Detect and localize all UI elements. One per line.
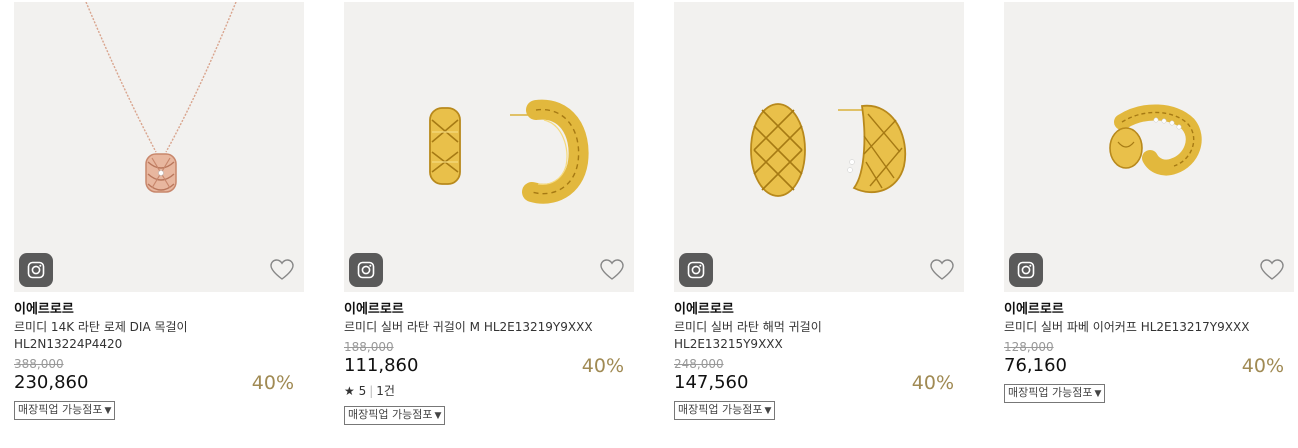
product-brand[interactable]: 이에르로르 (674, 301, 964, 318)
product-image[interactable] (344, 2, 634, 292)
review-count: 1건 (376, 384, 395, 398)
original-price: 388,000 (14, 357, 64, 371)
product-card[interactable]: 이에르로르 르미디 14K 라탄 로제 DIA 목걸이 HL2N13224P44… (14, 2, 304, 420)
pickup-label: 매장픽업 가능점포 (18, 403, 103, 416)
product-card[interactable]: 이에르로르 르미디 실버 라탄 귀걸이 M HL2E13219Y9XXX 188… (344, 2, 634, 425)
product-card[interactable]: 이에르로르 르미디 실버 파베 이어커프 HL2E13217Y9XXX 128,… (1004, 2, 1294, 403)
divider: | (369, 384, 374, 398)
product-card[interactable]: 이에르로르 르미디 실버 라탄 해먹 귀걸이 HL2E13215Y9XXX 24… (674, 2, 964, 420)
product-brand[interactable]: 이에르로르 (14, 301, 304, 318)
heart-icon[interactable] (270, 259, 294, 281)
original-price: 188,000 (344, 340, 394, 354)
instagram-icon[interactable] (19, 253, 53, 287)
pickup-label: 매장픽업 가능점포 (1008, 386, 1093, 399)
caret-down-icon: ▼ (1094, 389, 1102, 399)
caret-down-icon: ▼ (104, 406, 112, 416)
product-grid: 이에르로르 르미디 14K 라탄 로제 DIA 목걸이 HL2N13224P44… (0, 0, 1298, 448)
product-name[interactable]: 르미디 14K 라탄 로제 DIA 목걸이 HL2N13224P4420 (14, 319, 304, 353)
rose-gold-necklace-image (85, 2, 237, 193)
rating-score: 5 (358, 384, 367, 398)
store-pickup-dropdown[interactable]: 매장픽업 가능점포 ▼ (674, 401, 776, 420)
product-code: HL2E13215Y9XXX (674, 337, 783, 351)
discount-rate: 40% (581, 355, 624, 377)
gold-pave-ear-cuff-image (1109, 104, 1202, 176)
discount-rate: 40% (1241, 355, 1284, 377)
instagram-icon[interactable] (679, 253, 713, 287)
caret-down-icon: ▼ (764, 406, 772, 416)
pickup-label: 매장픽업 가능점포 (678, 403, 763, 416)
sale-price: 230,860 (14, 372, 89, 393)
product-brand[interactable]: 이에르로르 (344, 301, 634, 318)
star-icon: ★ (344, 384, 355, 398)
product-code: HL2N13224P4420 (14, 337, 123, 351)
product-image[interactable] (1004, 2, 1294, 292)
product-name[interactable]: 르미디 실버 파베 이어커프 HL2E13217Y9XXX (1004, 319, 1294, 336)
product-name-line: 르미디 실버 라탄 귀걸이 M HL2E13219Y9XXX (344, 320, 593, 334)
gold-lattice-earrings-image (750, 103, 907, 197)
product-name-line: 르미디 실버 라탄 해먹 귀걸이 (674, 320, 822, 334)
store-pickup-dropdown[interactable]: 매장픽업 가능점포 ▼ (1004, 384, 1106, 403)
rating: ★ 5 | 1건 (344, 383, 634, 399)
original-price: 128,000 (1004, 340, 1054, 354)
product-image[interactable] (14, 2, 304, 292)
instagram-icon[interactable] (349, 253, 383, 287)
product-image[interactable] (674, 2, 964, 292)
heart-icon[interactable] (600, 259, 624, 281)
store-pickup-dropdown[interactable]: 매장픽업 가능점포 ▼ (344, 406, 446, 425)
heart-icon[interactable] (930, 259, 954, 281)
sale-price: 111,860 (344, 355, 419, 376)
original-price: 248,000 (674, 357, 724, 371)
heart-icon[interactable] (1260, 259, 1284, 281)
discount-rate: 40% (911, 372, 954, 394)
product-name[interactable]: 르미디 실버 라탄 귀걸이 M HL2E13219Y9XXX (344, 319, 634, 336)
product-name-line: 르미디 실버 파베 이어커프 HL2E13217Y9XXX (1004, 320, 1250, 334)
instagram-icon[interactable] (1009, 253, 1043, 287)
sale-price: 147,560 (674, 372, 749, 393)
product-name-line: 르미디 14K 라탄 로제 DIA 목걸이 (14, 320, 188, 334)
gold-rattan-hoop-earrings-image (429, 99, 589, 204)
product-brand[interactable]: 이에르로르 (1004, 301, 1294, 318)
sale-price: 76,160 (1004, 355, 1067, 376)
pickup-label: 매장픽업 가능점포 (348, 408, 433, 421)
product-name[interactable]: 르미디 실버 라탄 해먹 귀걸이 HL2E13215Y9XXX (674, 319, 964, 353)
discount-rate: 40% (251, 372, 294, 394)
store-pickup-dropdown[interactable]: 매장픽업 가능점포 ▼ (14, 401, 116, 420)
caret-down-icon: ▼ (434, 411, 442, 421)
